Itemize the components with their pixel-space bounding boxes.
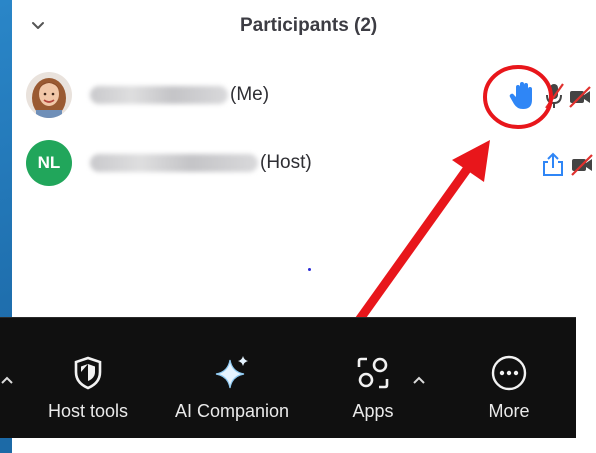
- participant-name-redacted: [90, 86, 228, 104]
- raised-hand-icon: [509, 82, 532, 109]
- screenshot: Participants (2) (Me) NL (Host) Host too…: [0, 0, 596, 453]
- participant-name-redacted: [90, 154, 258, 172]
- toolbar-host-tools-button[interactable]: Host tools: [38, 318, 138, 438]
- avatar: [26, 72, 72, 118]
- participant-row[interactable]: (Me): [12, 68, 596, 124]
- panel-title: Participants (2): [240, 15, 378, 36]
- chevron-up-icon: [413, 376, 425, 384]
- avatar: NL: [26, 140, 72, 186]
- shield-icon: [74, 356, 102, 390]
- video-off-button[interactable]: [568, 84, 592, 110]
- more-icon: [491, 355, 527, 391]
- participant-role-label: (Me): [230, 84, 270, 105]
- toolbar-ai-companion-button[interactable]: AI Companion: [162, 318, 302, 438]
- apps-options-caret[interactable]: [412, 373, 426, 387]
- raised-hand-button[interactable]: [504, 78, 538, 114]
- collapse-button[interactable]: [26, 14, 50, 38]
- toolbar-label: Host tools: [47, 401, 129, 421]
- apps-icon: [357, 357, 389, 389]
- chevron-up-icon: [1, 376, 13, 384]
- video-off-button[interactable]: [570, 152, 594, 178]
- participant-row[interactable]: NL (Host): [12, 136, 596, 192]
- toolbar-left-caret[interactable]: [0, 373, 14, 387]
- toolbar-label: AI Companion: [174, 401, 290, 421]
- toolbar-label: Apps: [352, 401, 394, 421]
- participant-role-label: (Host): [260, 152, 312, 173]
- share-screen-button[interactable]: [538, 150, 568, 180]
- mic-muted-button[interactable]: [542, 80, 566, 112]
- microphone-muted-icon: [545, 83, 564, 109]
- meeting-toolbar: Host tools AI Companion Apps More: [0, 317, 576, 438]
- toolbar-apps-button[interactable]: Apps: [338, 318, 408, 438]
- toolbar-label: More: [488, 401, 530, 421]
- cursor-speck: [308, 268, 311, 271]
- video-off-icon: [569, 86, 591, 108]
- share-screen-icon: [543, 152, 563, 176]
- panel-header: Participants (2): [12, 0, 596, 52]
- chevron-down-icon: [32, 22, 44, 29]
- video-off-icon: [571, 154, 593, 176]
- toolbar-more-button[interactable]: More: [474, 318, 544, 438]
- sparkle-icon: [215, 356, 248, 389]
